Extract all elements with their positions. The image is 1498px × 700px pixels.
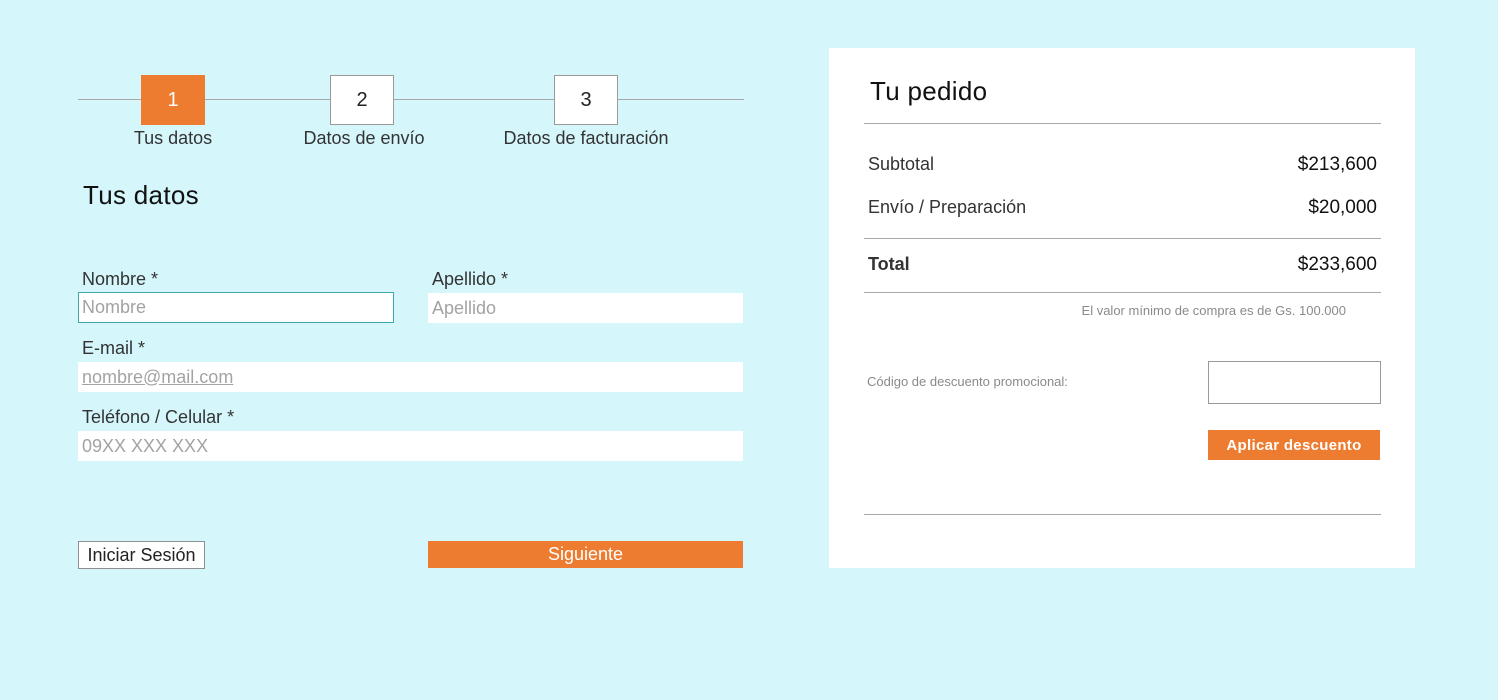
nombre-input[interactable] <box>78 292 394 323</box>
telefono-label: Teléfono / Celular * <box>82 407 235 427</box>
total-label: Total <box>868 254 910 274</box>
login-button[interactable]: Iniciar Sesión <box>78 541 205 569</box>
shipping-value: $20,000 <box>1308 197 1377 218</box>
subtotal-value: $213,600 <box>1297 154 1377 175</box>
step-2-number: 2 <box>356 88 368 111</box>
step-1-number: 1 <box>167 88 179 111</box>
divider <box>864 514 1381 515</box>
section-title: Tus datos <box>83 180 199 210</box>
telefono-input[interactable] <box>78 431 743 461</box>
divider <box>864 292 1381 293</box>
next-button[interactable]: Siguiente <box>428 541 743 568</box>
step-2-indicator[interactable]: 2 <box>330 75 394 125</box>
divider <box>864 123 1381 124</box>
order-summary-panel: Tu pedido Subtotal $213,600 Envío / Prep… <box>829 48 1415 568</box>
shipping-label: Envío / Preparación <box>868 197 1027 217</box>
step-3-label: Datos de facturación <box>503 128 669 148</box>
nombre-label: Nombre * <box>82 269 159 289</box>
apellido-label: Apellido * <box>432 269 509 289</box>
step-1-indicator[interactable]: 1 <box>141 75 205 125</box>
min-purchase-note: El valor mínimo de compra es de Gs. 100.… <box>1081 303 1346 318</box>
step-3-number: 3 <box>580 88 592 111</box>
promo-code-input[interactable] <box>1208 361 1381 404</box>
email-input[interactable] <box>78 362 743 392</box>
subtotal-label: Subtotal <box>868 154 935 174</box>
email-label: E-mail * <box>82 338 146 358</box>
promo-code-label: Código de descuento promocional: <box>867 374 1068 389</box>
apply-discount-button[interactable]: Aplicar descuento <box>1208 430 1380 460</box>
order-title: Tu pedido <box>870 76 988 106</box>
step-3-indicator[interactable]: 3 <box>554 75 618 125</box>
apellido-input[interactable] <box>428 293 743 323</box>
step-1-label: Tus datos <box>133 128 213 148</box>
step-2-label: Datos de envío <box>303 128 425 148</box>
divider <box>864 238 1381 239</box>
total-value: $233,600 <box>1297 254 1377 275</box>
